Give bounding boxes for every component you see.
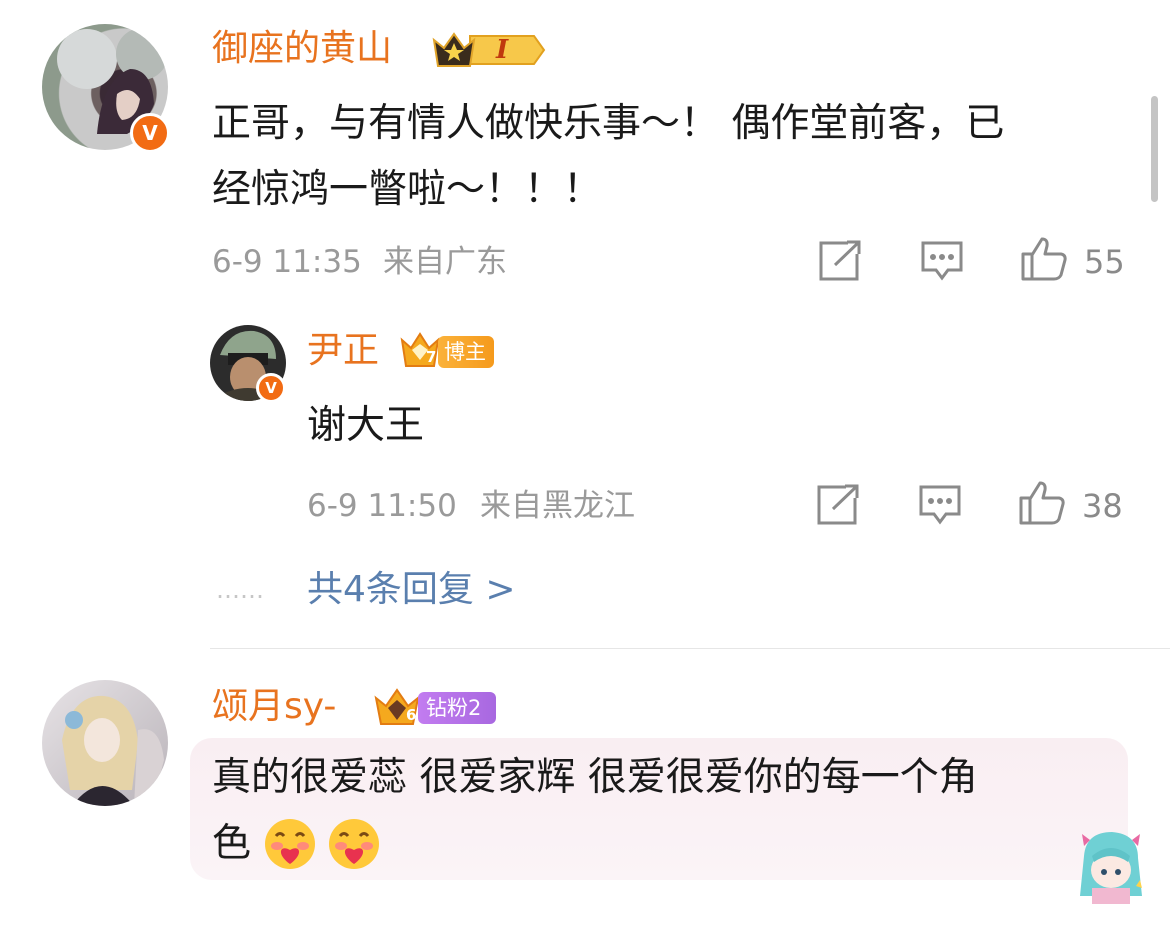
username[interactable]: 尹正 — [307, 328, 379, 374]
hug-face-emoji — [326, 816, 382, 872]
anime-girl-sticker — [1070, 826, 1152, 908]
like-icon[interactable] — [1018, 480, 1066, 526]
comment-icon[interactable] — [918, 484, 962, 526]
like-count: 38 — [1082, 487, 1123, 525]
divider — [210, 648, 1170, 649]
crown-star-icon: I — [430, 30, 546, 70]
badge-level: 7 — [426, 348, 437, 366]
reply-dots: …… — [216, 576, 264, 604]
repost-icon[interactable] — [816, 484, 860, 526]
crown-level-icon: 6 — [372, 686, 422, 728]
comment-time: 6-9 11:50 — [307, 488, 457, 524]
verified-badge: V — [130, 113, 170, 153]
comment-text-line: 正哥，与有情人做快乐事～！ 偶作堂前客，已 — [212, 101, 1005, 146]
comment-location: 来自黑龙江 — [480, 488, 635, 524]
comment-text-line: 谢大王 — [307, 403, 425, 448]
badge-level: 6 — [406, 706, 417, 724]
crown-level-icon: 7 — [398, 330, 442, 370]
badge-level: I — [496, 35, 509, 65]
repost-icon[interactable] — [818, 240, 862, 282]
username[interactable]: 颂月sy- — [212, 684, 336, 730]
hug-face-emoji — [262, 816, 318, 872]
comment-location: 来自广东 — [383, 244, 507, 280]
comment-icon[interactable] — [920, 240, 964, 282]
username[interactable]: 御座的黄山 — [212, 26, 392, 72]
verified-badge: V — [256, 373, 286, 403]
fan-badge: 钻粉2 — [418, 692, 496, 724]
like-icon[interactable] — [1020, 236, 1068, 282]
scrollbar[interactable] — [1151, 96, 1158, 202]
comment-time: 6-9 11:35 — [212, 244, 362, 280]
comment-text-line: 色 — [212, 821, 252, 866]
comment-text-line: 真的很爱蕊 很爱家辉 很爱很爱你的每一个角 — [212, 755, 978, 800]
more-replies-link[interactable]: 共4条回复 > — [307, 566, 516, 614]
blogger-badge: 博主 — [438, 336, 494, 368]
comment-text-line: 经惊鸿一瞥啦～！！！ — [212, 167, 603, 212]
avatar[interactable] — [42, 680, 168, 806]
like-count: 55 — [1084, 243, 1125, 281]
